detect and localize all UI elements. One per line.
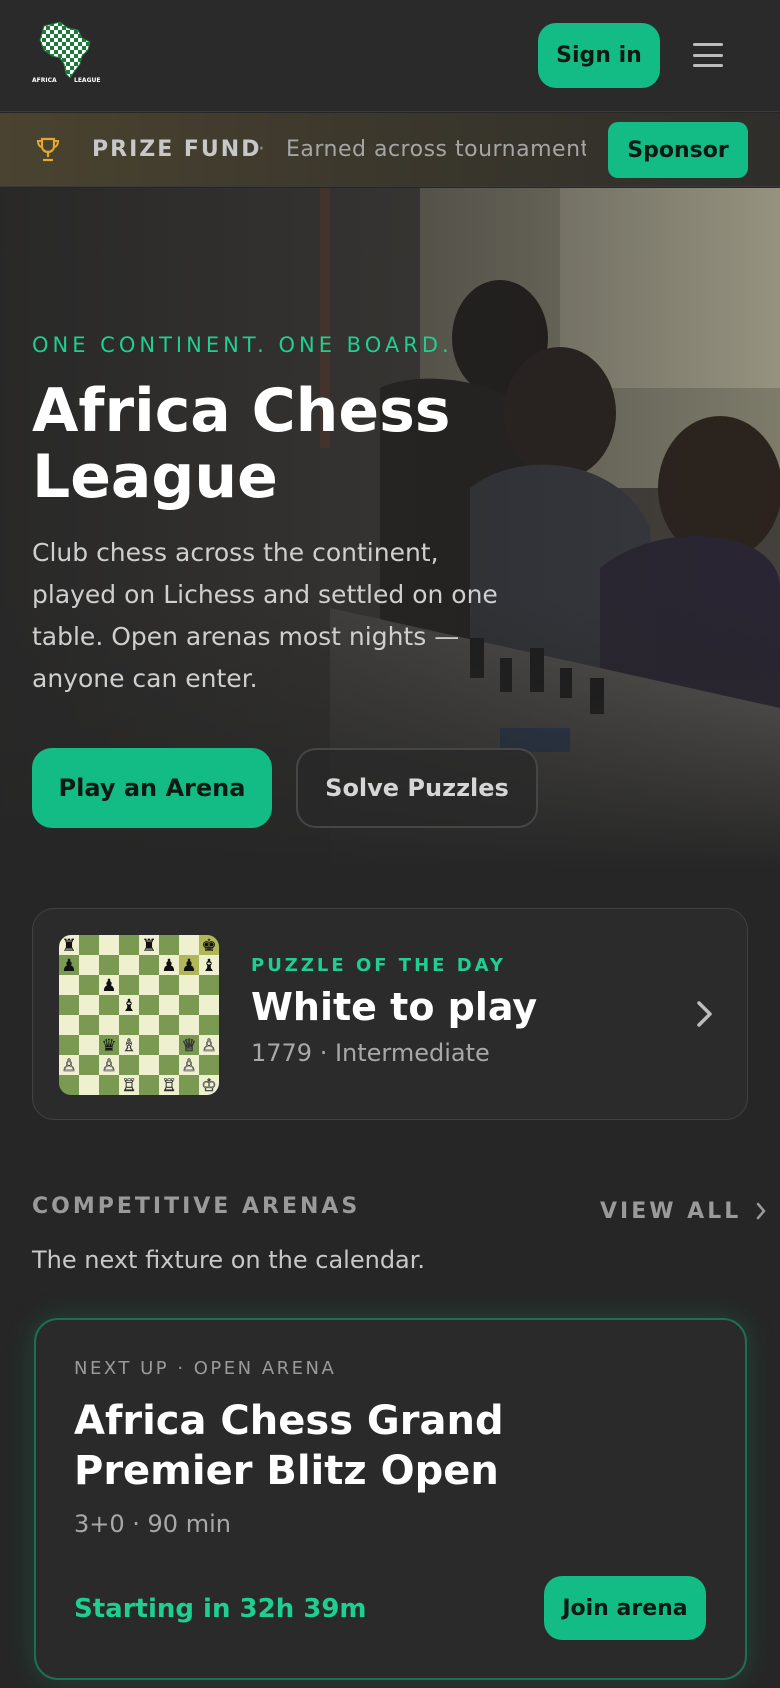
arena-kicker: NEXT UP · OPEN ARENA bbox=[74, 1358, 337, 1379]
chess-piece: ♖ bbox=[161, 1076, 176, 1095]
puzzle-meta: 1779 · Intermediate bbox=[251, 1039, 490, 1067]
chess-piece: ♗ bbox=[121, 1036, 136, 1056]
arena-title: Africa Chess Grand Premier Blitz Open bbox=[74, 1398, 504, 1494]
chess-piece: ♟ bbox=[61, 956, 76, 976]
signin-button[interactable]: Sign in bbox=[538, 23, 660, 88]
sponsor-button[interactable]: Sponsor bbox=[608, 122, 748, 178]
puzzle-board: ♜ ♜ ♟ ♟ ♟ ♝ ♟ ♚ ♝ ♛ ♗ ♕ ♙ ♙ ♙ ♙ ♖ ♖ ♔ bbox=[59, 935, 219, 1095]
logo-text-left: AFRICA bbox=[32, 77, 57, 84]
chess-piece: ♙ bbox=[181, 1056, 196, 1076]
chess-piece: ♛ bbox=[101, 1036, 116, 1056]
chess-piece: ♟ bbox=[181, 956, 196, 976]
hero-tagline: ONE CONTINENT. ONE BOARD. bbox=[32, 333, 453, 357]
hero-title: Africa Chess League bbox=[32, 376, 451, 512]
arena-countdown: Starting in 32h 39m bbox=[74, 1594, 367, 1624]
chess-piece: ♙ bbox=[201, 1036, 216, 1056]
logo-text-right: LEAGUE bbox=[74, 77, 100, 84]
hamburger-menu-icon[interactable] bbox=[690, 40, 726, 70]
chevron-right-icon[interactable] bbox=[693, 997, 717, 1031]
site-header: AFRICA LEAGUE Sign in bbox=[0, 0, 780, 112]
arena-time-control: 3+0 · 90 min bbox=[74, 1510, 231, 1538]
play-arena-button[interactable]: Play an Arena bbox=[32, 748, 272, 828]
chess-piece: ♟ bbox=[101, 976, 116, 996]
arenas-subtitle: The next fixture on the calendar. bbox=[32, 1246, 426, 1274]
chess-piece: ♕ bbox=[181, 1036, 196, 1056]
view-all-link[interactable]: VIEW ALL bbox=[600, 1196, 767, 1226]
puzzle-title: White to play bbox=[251, 985, 538, 1029]
view-all-label: VIEW ALL bbox=[600, 1198, 742, 1224]
hero-description: Club chess across the continent, played … bbox=[32, 538, 498, 693]
chess-piece: ♙ bbox=[61, 1056, 76, 1076]
africa-logo-icon[interactable]: AFRICA LEAGUE bbox=[30, 18, 102, 90]
chess-piece: ♝ bbox=[121, 996, 136, 1016]
chess-piece: ♜ bbox=[141, 936, 156, 956]
prize-separator: · bbox=[258, 137, 265, 162]
trophy-icon bbox=[36, 137, 60, 163]
chess-piece: ♚ bbox=[201, 936, 216, 956]
chevron-right-icon bbox=[756, 1202, 766, 1220]
chess-piece: ♜ bbox=[61, 936, 76, 956]
join-arena-button[interactable]: Join arena bbox=[544, 1576, 706, 1640]
solve-puzzles-button[interactable]: Solve Puzzles bbox=[296, 748, 538, 828]
next-arena-card[interactable]: NEXT UP · OPEN ARENA Africa Chess Grand … bbox=[34, 1318, 747, 1680]
puzzle-kicker: PUZZLE OF THE DAY bbox=[251, 955, 506, 976]
puzzle-of-the-day-card[interactable]: ♜ ♜ ♟ ♟ ♟ ♝ ♟ ♚ ♝ ♛ ♗ ♕ ♙ ♙ ♙ ♙ ♖ ♖ ♔ PUZZLE OF THE DAY Wh… bbox=[32, 908, 748, 1120]
chess-piece: ♖ bbox=[121, 1076, 136, 1095]
chess-piece: ♟ bbox=[161, 956, 176, 976]
chess-piece: ♝ bbox=[201, 956, 216, 976]
prize-fund-label: PRIZE FUND bbox=[92, 137, 262, 162]
chess-piece: ♔ bbox=[201, 1076, 216, 1095]
arenas-section-title: COMPETITIVE ARENAS bbox=[32, 1194, 361, 1219]
chess-piece: ♙ bbox=[101, 1056, 116, 1076]
prize-fund-text: Earned across tournaments bbox=[286, 137, 586, 162]
